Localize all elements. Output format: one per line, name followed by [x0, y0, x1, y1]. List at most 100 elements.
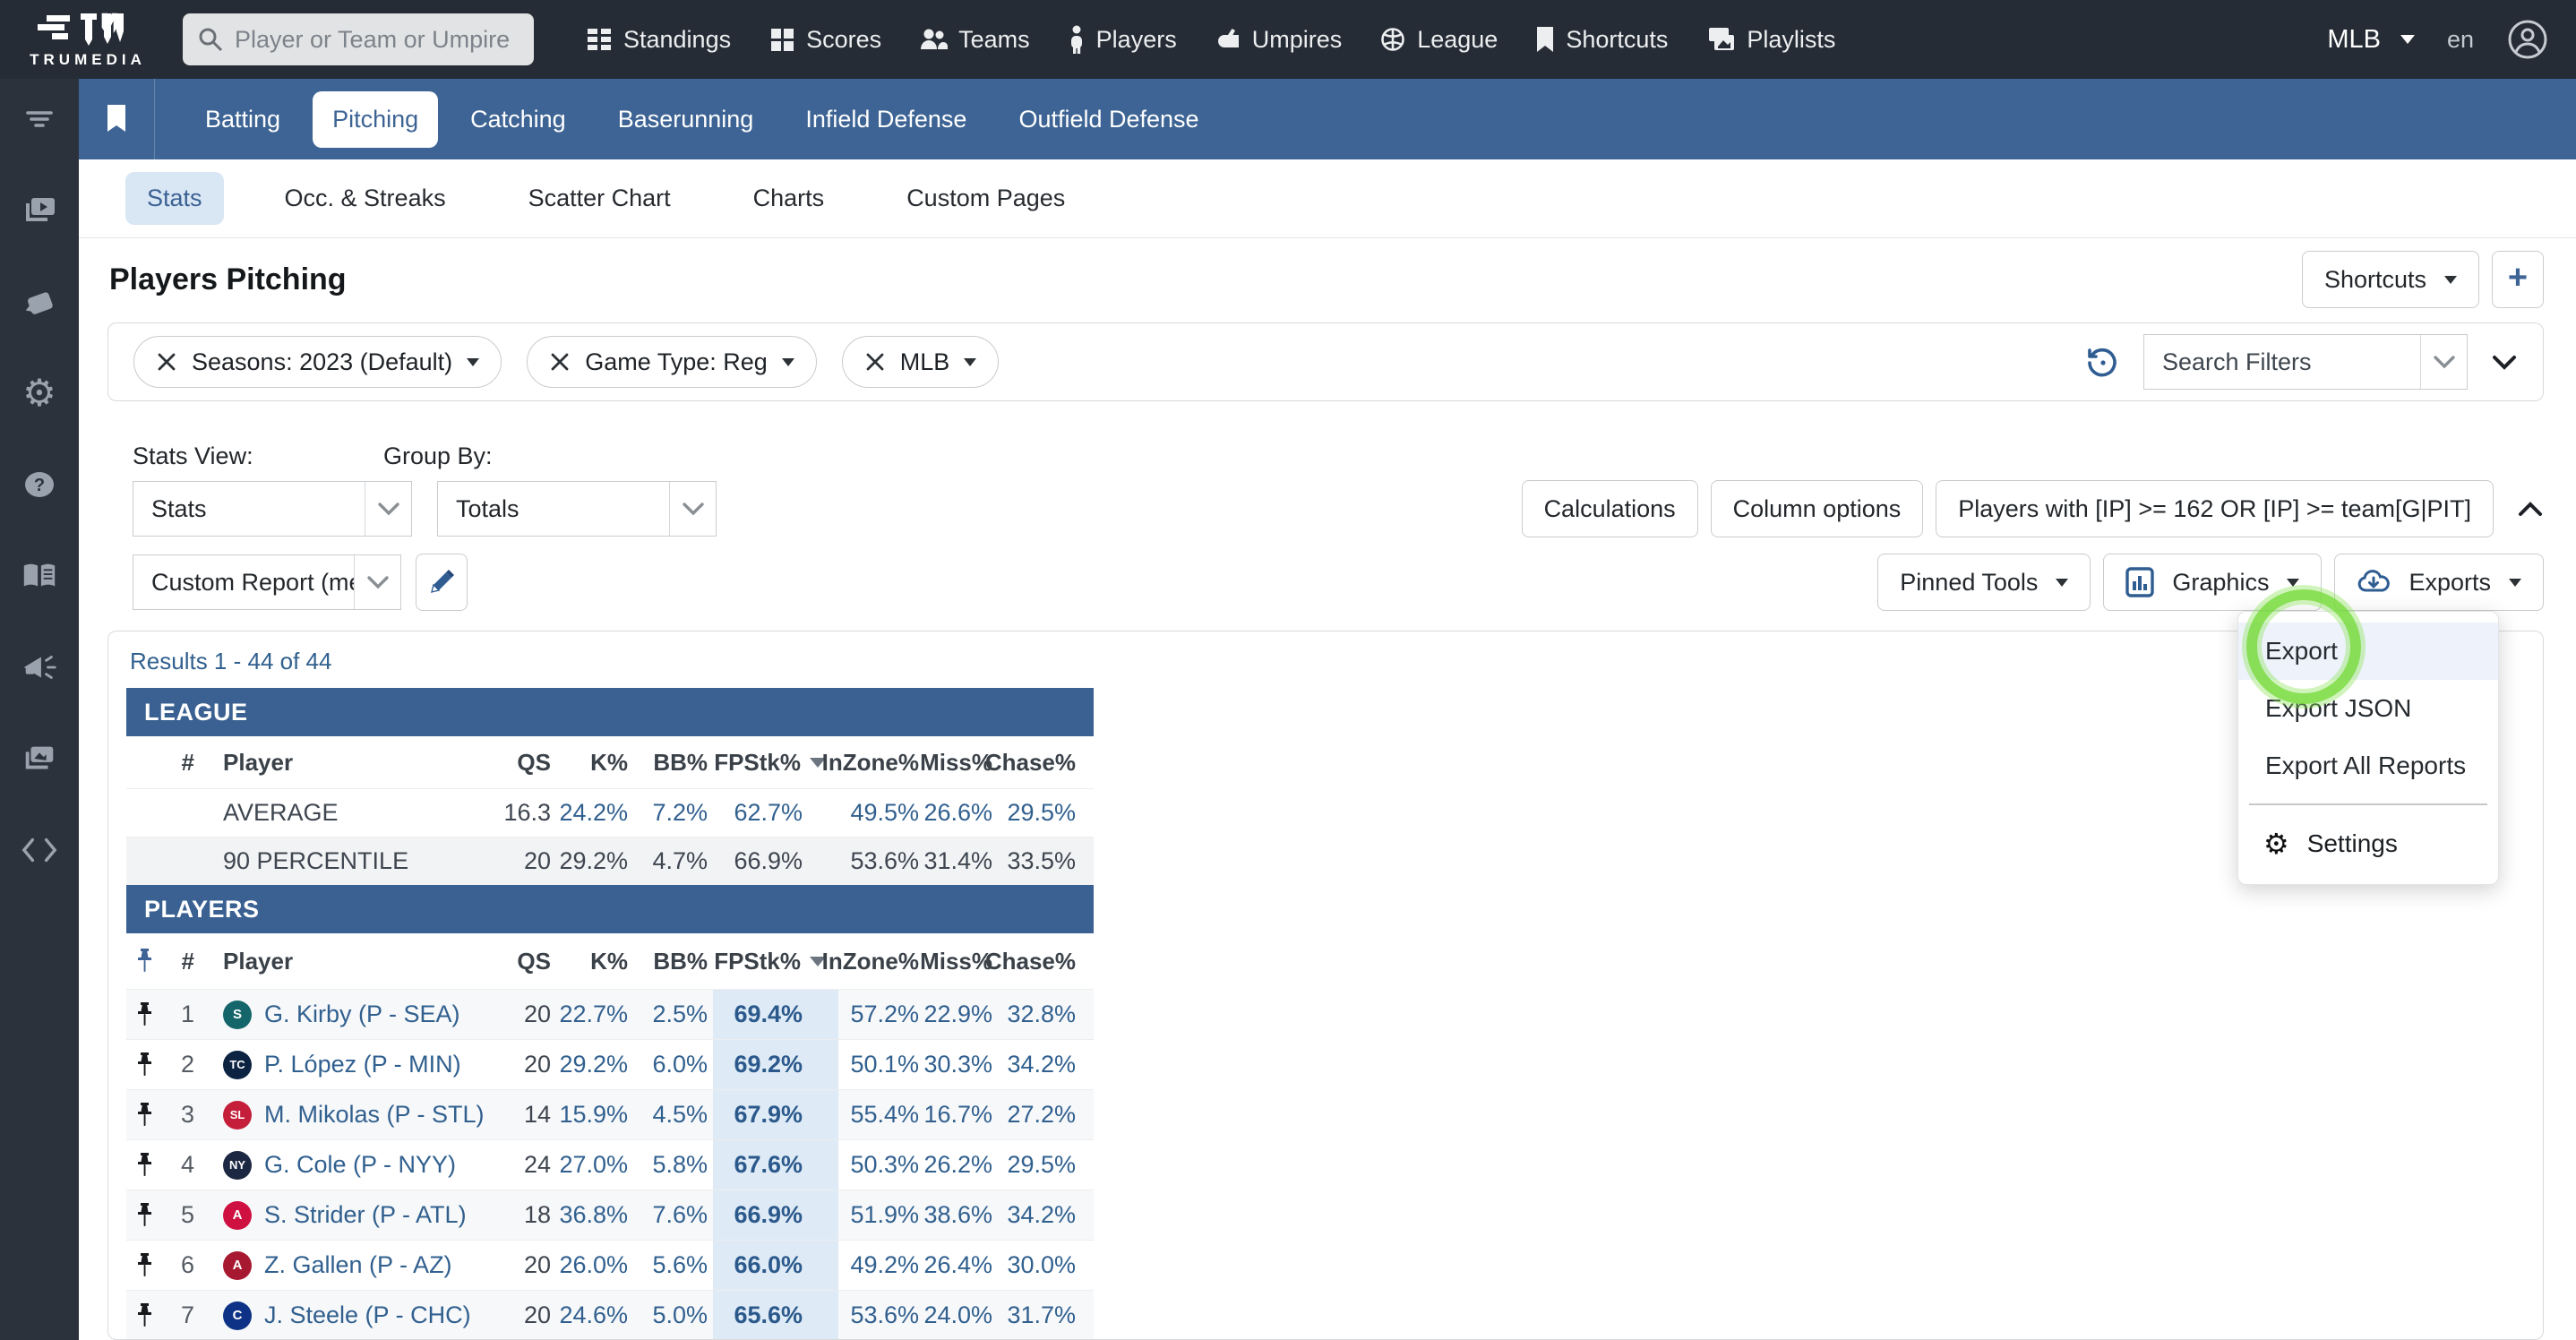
- column-options-button[interactable]: Column options: [1710, 480, 1924, 537]
- nav-scores[interactable]: Scores: [769, 26, 881, 54]
- menu-item-export-all-reports[interactable]: Export All Reports: [2238, 737, 2498, 795]
- stat-inzone-pct[interactable]: 55.4%: [838, 1090, 924, 1139]
- stat-bb-pct[interactable]: 2.5%: [633, 990, 713, 1039]
- whiteboard-icon[interactable]: [21, 283, 58, 321]
- custom-report-select[interactable]: Custom Report (me): [133, 554, 401, 610]
- player-link[interactable]: G. Cole (P - NYY): [264, 1151, 456, 1179]
- stat-fpstk-pct[interactable]: 66.9%: [713, 1190, 838, 1240]
- player-link[interactable]: M. Mikolas (P - STL): [264, 1101, 485, 1129]
- stat-k-pct[interactable]: 29.2%: [556, 1040, 633, 1089]
- trumedia-logo[interactable]: TRUMEDIA: [13, 10, 163, 69]
- gear-icon[interactable]: ⚙: [21, 374, 58, 412]
- subtab-scatter-chart[interactable]: Scatter Chart: [507, 172, 692, 225]
- stat-k-pct[interactable]: 15.9%: [556, 1090, 633, 1139]
- stat-chase-pct[interactable]: 32.8%: [998, 990, 1081, 1039]
- exports-button[interactable]: Exports: [2334, 554, 2544, 611]
- stat-k-pct[interactable]: 24.6%: [556, 1291, 633, 1339]
- col-qs[interactable]: QS: [502, 736, 556, 788]
- col-bb-pct[interactable]: BB%: [633, 933, 713, 989]
- col-inzone-pct[interactable]: InZone%: [822, 933, 924, 989]
- stat-fpstk-pct[interactable]: 62.7%: [713, 789, 838, 837]
- stat-inzone-pct[interactable]: 50.1%: [838, 1040, 924, 1089]
- nav-umpires[interactable]: Umpires: [1215, 26, 1342, 54]
- pin-player-button[interactable]: [126, 990, 162, 1039]
- code-brackets-icon[interactable]: [21, 831, 58, 869]
- col-fpstk-pct[interactable]: FPStk%: [713, 933, 838, 989]
- filter-history-icon[interactable]: [2084, 344, 2120, 380]
- player-link[interactable]: S. Strider (P - ATL): [264, 1201, 467, 1229]
- tab-outfield-defense[interactable]: Outfield Defense: [999, 91, 1218, 148]
- stat-k-pct[interactable]: 24.2%: [556, 789, 633, 837]
- col-rank[interactable]: #: [162, 736, 207, 788]
- col-player[interactable]: Player: [207, 736, 502, 788]
- league-selector[interactable]: MLB: [2327, 25, 2415, 55]
- filter-chip-mlb[interactable]: MLB: [841, 336, 1000, 388]
- nav-players[interactable]: Players: [1068, 25, 1177, 54]
- tab-baserunning[interactable]: Baserunning: [598, 91, 774, 148]
- stat-bb-pct[interactable]: 5.8%: [633, 1140, 713, 1190]
- tab-batting[interactable]: Batting: [185, 91, 300, 148]
- player-link[interactable]: G. Kirby (P - SEA): [264, 1001, 460, 1028]
- megaphone-icon[interactable]: [21, 649, 58, 686]
- stat-inzone-pct[interactable]: 49.5%: [838, 789, 924, 837]
- stat-fpstk-pct[interactable]: 69.2%: [713, 1040, 838, 1089]
- player-link[interactable]: J. Steele (P - CHC): [264, 1301, 471, 1329]
- add-shortcut-button[interactable]: +: [2492, 251, 2544, 308]
- nav-league[interactable]: League: [1379, 26, 1498, 54]
- player-link[interactable]: Z. Gallen (P - AZ): [264, 1251, 452, 1279]
- stat-miss-pct[interactable]: 38.6%: [923, 1190, 998, 1240]
- stat-bb-pct[interactable]: 7.2%: [633, 789, 713, 837]
- user-avatar[interactable]: [2506, 18, 2549, 61]
- language-selector[interactable]: en: [2447, 26, 2474, 54]
- stat-miss-pct[interactable]: 30.3%: [923, 1040, 998, 1089]
- stat-fpstk-pct[interactable]: 65.6%: [713, 1291, 838, 1339]
- stat-bb-pct[interactable]: 6.0%: [633, 1040, 713, 1089]
- stat-bb-pct[interactable]: 5.6%: [633, 1241, 713, 1290]
- stat-bb-pct[interactable]: 5.0%: [633, 1291, 713, 1339]
- stat-chase-pct[interactable]: 29.5%: [998, 789, 1081, 837]
- subtab-charts[interactable]: Charts: [732, 172, 846, 225]
- stat-bb-pct[interactable]: 7.6%: [633, 1190, 713, 1240]
- stat-inzone-pct[interactable]: 51.9%: [838, 1190, 924, 1240]
- help-icon[interactable]: ?: [21, 466, 58, 503]
- stat-miss-pct[interactable]: 24.0%: [923, 1291, 998, 1339]
- stat-inzone-pct[interactable]: 49.2%: [838, 1241, 924, 1290]
- stat-chase-pct[interactable]: 31.7%: [998, 1291, 1081, 1339]
- menu-item-export[interactable]: Export: [2238, 623, 2498, 680]
- pin-player-button[interactable]: [126, 1190, 162, 1240]
- col-chase-pct[interactable]: Chase%: [985, 933, 1081, 989]
- stat-k-pct[interactable]: 22.7%: [556, 990, 633, 1039]
- stat-fpstk-pct[interactable]: 67.6%: [713, 1140, 838, 1190]
- col-player[interactable]: Player: [207, 933, 502, 989]
- tab-catching[interactable]: Catching: [451, 91, 586, 148]
- nav-teams[interactable]: Teams: [919, 26, 1030, 54]
- nav-standings[interactable]: Standings: [586, 26, 731, 54]
- results-summary[interactable]: Results 1 - 44 of 44: [126, 642, 2543, 688]
- col-rank[interactable]: #: [162, 933, 207, 989]
- col-qs[interactable]: QS: [502, 933, 556, 989]
- subtab-stats[interactable]: Stats: [125, 172, 224, 225]
- player-link[interactable]: P. López (P - MIN): [264, 1051, 461, 1078]
- stat-k-pct[interactable]: 36.8%: [556, 1190, 633, 1240]
- col-fpstk-pct[interactable]: FPStk%: [713, 736, 838, 788]
- stat-chase-pct[interactable]: 29.5%: [998, 1140, 1081, 1190]
- query-filter-button[interactable]: Players with [IP] >= 162 OR [IP] >= team…: [1936, 480, 2494, 537]
- col-k-pct[interactable]: K%: [556, 736, 633, 788]
- pin-player-button[interactable]: [126, 1040, 162, 1089]
- global-search[interactable]: [183, 13, 534, 65]
- stat-chase-pct[interactable]: 34.2%: [998, 1040, 1081, 1089]
- stat-miss-pct[interactable]: 22.9%: [923, 990, 998, 1039]
- search-filters-select[interactable]: Search Filters: [2143, 334, 2468, 390]
- pin-player-button[interactable]: [126, 1140, 162, 1190]
- filter-chip-seasons[interactable]: Seasons: 2023 (Default): [133, 336, 502, 388]
- stat-chase-pct[interactable]: 27.2%: [998, 1090, 1081, 1139]
- tab-infield-defense[interactable]: Infield Defense: [786, 91, 986, 148]
- col-inzone-pct[interactable]: InZone%: [822, 736, 924, 788]
- col-k-pct[interactable]: K%: [556, 933, 633, 989]
- pinned-tools-button[interactable]: Pinned Tools: [1877, 554, 2091, 611]
- remove-filter-icon[interactable]: [156, 351, 177, 373]
- col-chase-pct[interactable]: Chase%: [985, 736, 1081, 788]
- stat-fpstk-pct[interactable]: 69.4%: [713, 990, 838, 1039]
- edit-report-button[interactable]: [416, 554, 468, 611]
- filter-chip-game-type[interactable]: Game Type: Reg: [527, 336, 817, 388]
